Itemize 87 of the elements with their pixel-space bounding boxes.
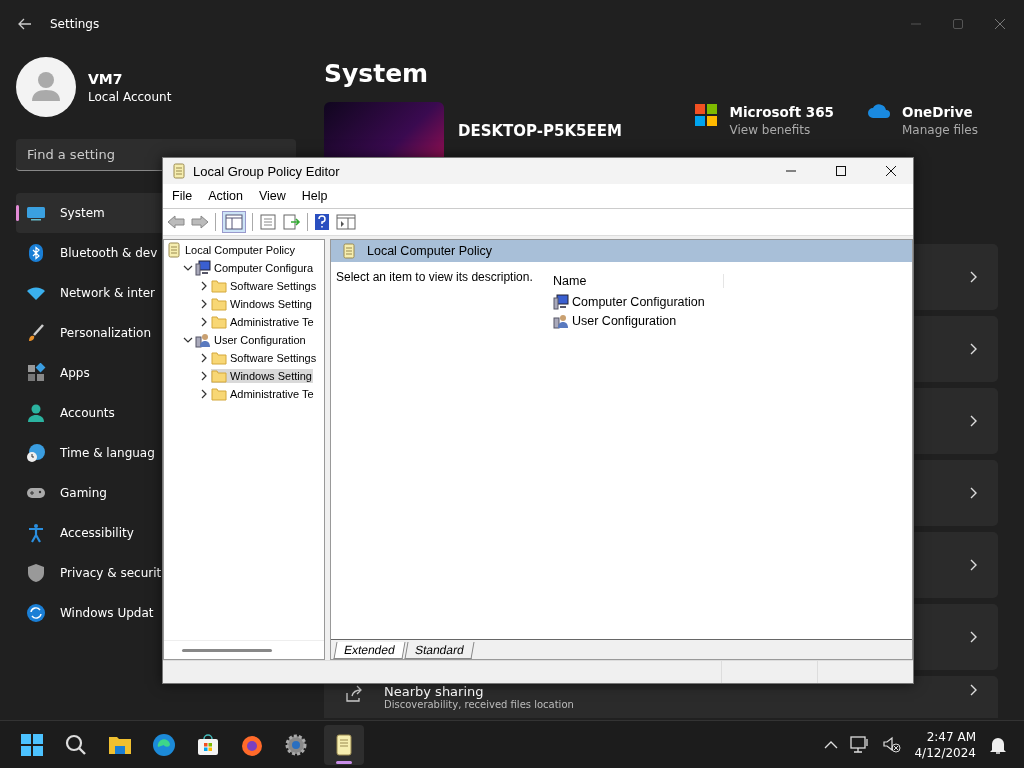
chevron-icon <box>970 559 978 571</box>
accessibility-icon <box>26 523 46 543</box>
brush-icon <box>26 323 46 343</box>
chevron-down-icon[interactable] <box>182 263 193 273</box>
list-item[interactable]: Computer Configuration <box>553 292 907 311</box>
bluetooth-icon <box>26 243 46 263</box>
person-icon <box>26 403 46 423</box>
tree-item[interactable]: Windows Setting <box>211 369 313 383</box>
account-name: VM7 <box>88 70 124 87</box>
folder-icon <box>211 387 227 401</box>
forward-arrow-icon[interactable] <box>191 214 209 230</box>
shield-icon <box>26 563 46 583</box>
chevron-icon <box>970 271 978 283</box>
tree-item[interactable]: Software Settings <box>211 351 318 365</box>
nav-item[interactable]: Windows Updat <box>16 593 296 633</box>
store-bag-icon[interactable] <box>196 732 220 757</box>
tree-item[interactable]: Computer Configura <box>195 260 315 276</box>
user-icon <box>195 332 211 348</box>
link-subtitle[interactable]: View benefits <box>729 123 834 137</box>
console-tree-icon[interactable] <box>222 211 246 233</box>
folder-icon <box>211 279 227 293</box>
tree-item[interactable]: Administrative Te <box>211 315 315 329</box>
folder-icon <box>211 297 227 311</box>
menu-item[interactable]: Help <box>301 189 328 203</box>
start-icon[interactable] <box>20 732 44 757</box>
nav-item[interactable]: Accessibility <box>16 513 296 553</box>
scroll-icon <box>341 243 357 259</box>
view-tab[interactable]: Standard <box>404 642 474 659</box>
maximize-icon[interactable] <box>835 165 847 177</box>
tree-item[interactable]: Local Computer Policy <box>166 242 297 258</box>
user-icon <box>553 312 569 329</box>
app-title: Settings <box>50 17 100 31</box>
share-icon <box>344 684 364 704</box>
chevron-icon <box>970 415 978 427</box>
page-title: System <box>324 59 430 88</box>
search-icon[interactable] <box>64 732 88 757</box>
clock-time[interactable]: 2:47 AM <box>926 728 976 745</box>
card-title: Nearby sharing <box>384 684 485 699</box>
network-icon[interactable] <box>850 735 871 754</box>
back-arrow-icon[interactable] <box>18 18 32 30</box>
scroll-icon <box>166 242 182 258</box>
clock-date[interactable]: 4/12/2024 <box>914 744 976 761</box>
computer-icon <box>553 293 569 310</box>
nav-item[interactable]: Gaming <box>16 473 296 513</box>
tree-item[interactable]: Windows Setting <box>211 297 313 311</box>
computer-icon <box>195 260 211 276</box>
close-icon[interactable] <box>885 165 897 177</box>
chevron-icon <box>970 343 978 355</box>
account-type: Local Account <box>88 89 172 104</box>
globe-clock-icon <box>26 443 46 463</box>
scrollbar-thumb[interactable] <box>182 648 272 652</box>
tree-item[interactable]: Software Settings <box>211 279 318 293</box>
card-subtitle: Discoverability, received files location <box>384 699 574 710</box>
four-squares-icon <box>695 104 718 126</box>
link-title[interactable]: OneDrive <box>902 104 978 120</box>
description-text: Select an item to view its description. <box>336 270 534 286</box>
link-title[interactable]: Microsoft 365 <box>729 104 834 120</box>
chevron-icon <box>970 684 978 696</box>
chevron-down-icon[interactable] <box>182 335 193 345</box>
folder-icon <box>211 369 227 383</box>
device-name: DESKTOP-P5K5EEM <box>458 122 622 140</box>
tree-item[interactable]: Administrative Te <box>211 387 315 401</box>
list-item[interactable]: User Configuration <box>553 311 907 330</box>
active-indicator <box>336 760 352 764</box>
settings-icon[interactable] <box>284 732 308 757</box>
folder-icon <box>211 315 227 329</box>
avatar-icon <box>16 57 76 117</box>
folder-icon <box>211 351 227 365</box>
tree-item[interactable]: User Configuration <box>195 332 307 348</box>
scroll-icon <box>171 163 187 179</box>
speaker-muted-icon[interactable] <box>882 735 903 754</box>
pane-header: Local Computer Policy <box>367 244 493 258</box>
cloud-icon <box>868 104 890 118</box>
nav-item[interactable]: Privacy & securit <box>16 553 296 593</box>
browser-icon[interactable] <box>152 732 176 757</box>
view-tab[interactable]: Extended <box>333 642 406 659</box>
column-header[interactable]: Name <box>553 274 724 288</box>
help-icon[interactable] <box>314 213 330 231</box>
export-list-icon[interactable] <box>283 213 301 231</box>
nav-item[interactable]: Time & languag <box>16 433 296 473</box>
chevron-icon <box>970 487 978 499</box>
update-icon <box>26 603 46 623</box>
show-pane-icon[interactable] <box>336 214 356 230</box>
chevron-up-icon[interactable] <box>824 740 839 749</box>
link-subtitle[interactable]: Manage files <box>902 123 978 137</box>
chevron-icon <box>970 631 978 643</box>
apps-icon <box>26 363 46 383</box>
